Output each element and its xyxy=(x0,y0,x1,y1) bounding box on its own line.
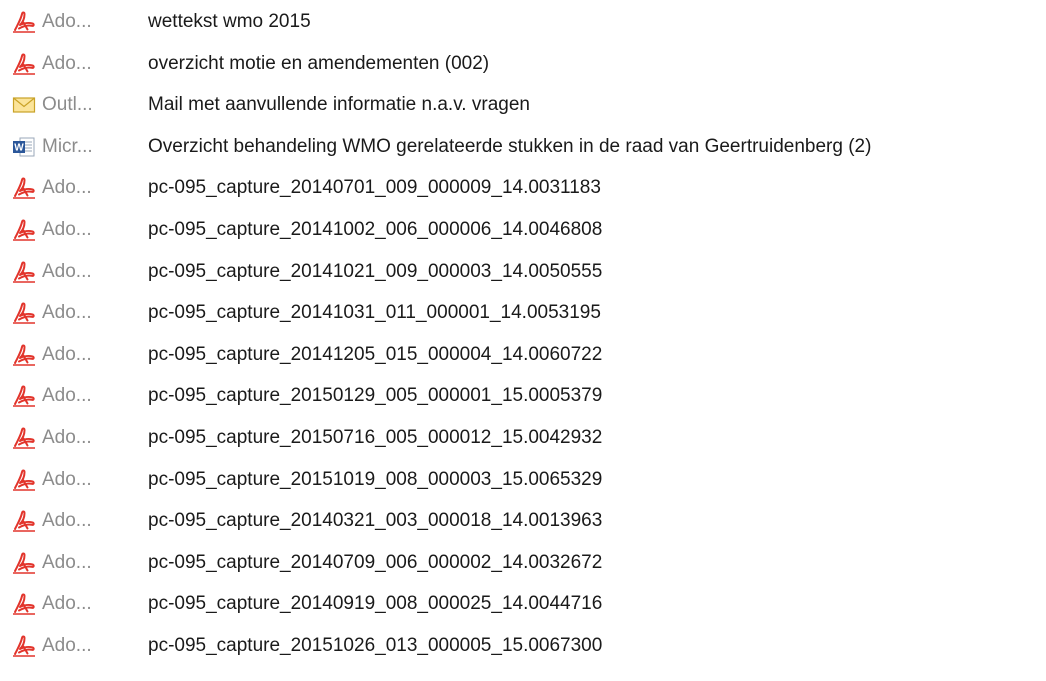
file-name: Overzicht behandeling WMO gerelateerde s… xyxy=(148,135,872,157)
file-name: pc-095_capture_20140321_003_000018_14.00… xyxy=(148,510,603,532)
file-type-label: Ado... xyxy=(42,427,92,448)
file-row[interactable]: Ado... pc-095_capture_20141205_015_000004… xyxy=(0,337,1046,373)
file-name: wettekst wmo 2015 xyxy=(148,11,311,32)
file-type-label: Ado... xyxy=(42,551,92,573)
file-row[interactable]: Ado... pc-095_capture_20141031_011_000001… xyxy=(0,295,1046,331)
file-name: Mail met aanvullende informatie n.a.v. v… xyxy=(148,94,530,116)
file-row[interactable]: Ado... pc-095_capture_20150716_005_000012… xyxy=(0,420,1046,456)
file-name: pc-095_capture_20151026_013_000005_15.00… xyxy=(148,635,603,656)
file-name: pc-095_capture_20140709_006_000002_14.00… xyxy=(148,551,603,573)
file-type-label: Ado... xyxy=(42,593,92,615)
pdf-icon xyxy=(12,53,36,75)
file-row[interactable]: Ado... pc-095_capture_20140919_008_000025… xyxy=(0,586,1046,622)
file-row[interactable]: Ado... pc-095_capture_20140709_006_000002… xyxy=(0,545,1046,581)
file-row[interactable]: Ado... pc-095_capture_20151026_013_000005… xyxy=(0,628,1046,664)
file-name: pc-095_capture_20141031_011_000001_14.00… xyxy=(148,302,601,324)
file-name: pc-095_capture_20141021_009_000003_14.00… xyxy=(148,260,603,282)
pdf-icon xyxy=(12,219,36,241)
file-type-label: Micr... xyxy=(42,135,93,157)
file-row[interactable]: Ado... wettekst wmo 2015 xyxy=(0,4,1046,40)
file-type-label: Outl... xyxy=(42,94,93,116)
pdf-icon xyxy=(12,385,36,408)
svg-text:W: W xyxy=(14,142,24,153)
mail-icon xyxy=(12,94,36,116)
file-type-label: Ado... xyxy=(42,635,92,656)
file-type-label: Ado... xyxy=(42,343,92,365)
file-type-label: Ado... xyxy=(42,385,92,407)
file-type-label: Ado... xyxy=(42,510,92,532)
file-type-label: Ado... xyxy=(42,11,92,32)
pdf-icon xyxy=(12,11,36,33)
file-list: Ado... wettekst wmo 2015 Ado... overzicht m… xyxy=(0,0,1046,681)
file-name: pc-095_capture_20140701_009_000009_14.00… xyxy=(148,177,601,199)
file-row[interactable]: Outl... Mail met aanvullende informatie n… xyxy=(0,87,1046,123)
pdf-icon xyxy=(12,635,36,657)
file-row[interactable]: Ado... pc-095_capture_20150129_005_000001… xyxy=(0,378,1046,414)
file-row[interactable]: W Micr... Overzicht behandeling WMO gerela… xyxy=(0,129,1046,165)
file-type-label: Ado... xyxy=(42,302,92,324)
file-name: pc-095_capture_20150129_005_000001_15.00… xyxy=(148,385,603,407)
file-type-label: Ado... xyxy=(42,52,92,74)
file-type-label: Ado... xyxy=(42,177,92,199)
pdf-icon xyxy=(12,302,36,324)
pdf-icon xyxy=(12,177,36,200)
word-icon: W xyxy=(12,136,36,158)
file-row[interactable]: Ado... pc-095_capture_20141021_009_000003… xyxy=(0,254,1046,290)
pdf-icon xyxy=(12,469,36,491)
file-name: pc-095_capture_20141002_006_000006_14.00… xyxy=(148,219,603,240)
file-type-label: Ado... xyxy=(42,468,92,490)
file-row[interactable]: Ado... pc-095_capture_20141002_006_000006… xyxy=(0,212,1046,248)
file-name: pc-095_capture_20141205_015_000004_14.00… xyxy=(148,343,603,365)
file-row[interactable]: Ado... overzicht motie en amendementen (0… xyxy=(0,46,1046,82)
file-name: pc-095_capture_20150716_005_000012_15.00… xyxy=(148,427,603,448)
file-name: pc-095_capture_20151019_008_000003_15.00… xyxy=(148,468,603,490)
pdf-icon xyxy=(12,427,36,449)
file-row[interactable]: Ado... pc-095_capture_20140701_009_000009… xyxy=(0,170,1046,206)
file-row[interactable]: Ado... pc-095_capture_20140321_003_000018… xyxy=(0,503,1046,539)
pdf-icon xyxy=(12,261,36,283)
pdf-icon xyxy=(12,510,36,532)
pdf-icon xyxy=(12,344,36,366)
file-name: pc-095_capture_20140919_008_000025_14.00… xyxy=(148,593,603,615)
file-type-label: Ado... xyxy=(42,219,92,240)
file-type-label: Ado... xyxy=(42,260,92,282)
file-name: overzicht motie en amendementen (002) xyxy=(148,52,490,74)
pdf-icon xyxy=(12,552,36,574)
pdf-icon xyxy=(12,593,36,616)
file-row[interactable]: Ado... pc-095_capture_20151019_008_000003… xyxy=(0,462,1046,498)
